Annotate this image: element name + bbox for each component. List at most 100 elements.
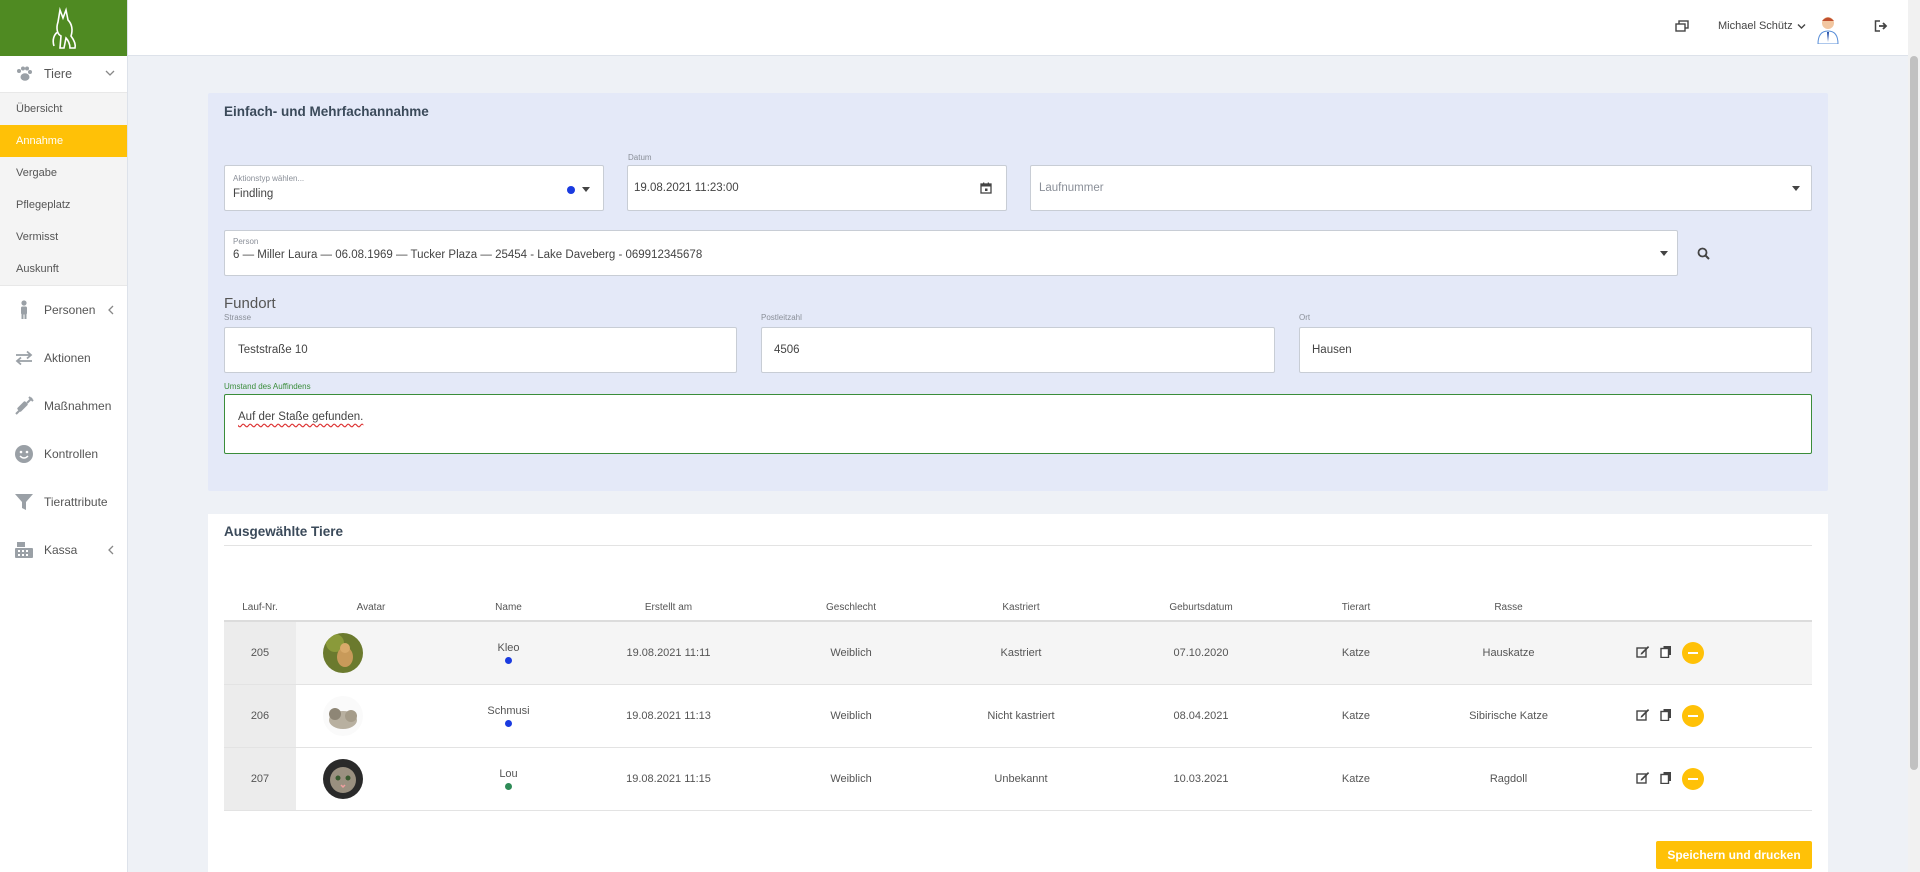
table-row: 207 Lou 19.08.2021 11:15 Weiblich Unbeka…: [224, 748, 1812, 811]
cell-rasse: Hauskatze: [1482, 647, 1535, 659]
col-lauf-nr: Lauf-Nr.: [242, 601, 278, 613]
form-title: Einfach- und Mehrfachannahme: [224, 104, 429, 119]
datum-value: 19.08.2021 11:23:00: [634, 182, 739, 194]
laufnummer-select[interactable]: Laufnummer: [1030, 165, 1812, 211]
dropdown-caret-icon: [1660, 251, 1668, 256]
fundort-title: Fundort: [224, 295, 276, 312]
cell-geburtsdatum: 10.03.2021: [1173, 773, 1229, 785]
save-and-print-button[interactable]: Speichern und drucken: [1656, 841, 1812, 869]
animal-avatar: [323, 633, 363, 673]
calendar-icon[interactable]: [980, 182, 992, 197]
animal-name: Lou: [499, 768, 518, 780]
cell-geschlecht: Weiblich: [830, 710, 872, 722]
plz-label: Postleitzahl: [761, 313, 802, 322]
cell-geburtsdatum: 08.04.2021: [1173, 710, 1229, 722]
user-avatar[interactable]: [1814, 14, 1842, 45]
person-value: 6 — Miller Laura — 06.08.1969 — Tucker P…: [233, 249, 703, 261]
sidebar-item-aktionen[interactable]: Aktionen: [0, 334, 127, 382]
table-header: Lauf-Nr. Avatar Name Erstellt am Geschle…: [224, 594, 1812, 622]
status-dot: [505, 720, 512, 727]
edit-icon[interactable]: [1636, 645, 1650, 661]
cell-avatar: [296, 633, 446, 673]
cell-lauf-nr: 206: [224, 685, 296, 747]
app-logo[interactable]: [0, 0, 127, 56]
sidebar-submenu-tiere: Übersicht Annahme Vergabe Pflegeplatz Ve…: [0, 92, 127, 286]
sidebar-item-massnahmen[interactable]: Maßnahmen: [0, 382, 127, 430]
cell-rasse: Ragdoll: [1489, 773, 1528, 785]
sidebar-item-label: Tiere: [44, 67, 73, 81]
edit-icon[interactable]: [1636, 771, 1650, 787]
logout-icon[interactable]: [1874, 20, 1888, 35]
user-menu[interactable]: Michael Schütz: [1718, 20, 1806, 32]
sidebar-subitem-vermisst[interactable]: Vermisst: [0, 221, 127, 253]
chevron-left-icon: [107, 544, 115, 558]
col-tierart: Tierart: [1341, 601, 1371, 613]
sidebar-item-tiere[interactable]: Tiere: [0, 56, 127, 92]
remove-button[interactable]: [1682, 705, 1704, 727]
table-row: 205 Kleo 19.08.2021 11:11 Weiblich Kastr…: [224, 622, 1812, 685]
cell-geschlecht: Weiblich: [830, 773, 872, 785]
copy-icon[interactable]: [1660, 645, 1672, 661]
cell-geschlecht: Weiblich: [830, 647, 872, 659]
sidebar-item-tierattribute[interactable]: Tierattribute: [0, 478, 127, 526]
strasse-label: Strasse: [224, 313, 252, 322]
person-icon: [14, 300, 34, 320]
sidebar-item-kassa[interactable]: Kassa: [0, 526, 127, 574]
chevron-down-icon: [105, 66, 115, 80]
cell-geburtsdatum: 07.10.2020: [1173, 647, 1229, 659]
animal-name: Schmusi: [487, 705, 530, 717]
table-row: 206 Schmusi 19.08.2021 11:13 Weiblich Ni…: [224, 685, 1812, 748]
umstand-value: Auf der Staße gefunden.: [238, 411, 364, 423]
ort-value: Hausen: [1312, 344, 1352, 356]
plz-input[interactable]: 4506: [761, 327, 1275, 373]
sidebar-item-label: Aktionen: [44, 351, 91, 365]
sidebar-subitem-pflegeplatz[interactable]: Pflegeplatz: [0, 189, 127, 221]
page-scrollbar[interactable]: [1908, 0, 1920, 872]
edit-icon[interactable]: [1636, 708, 1650, 724]
col-geschlecht: Geschlecht: [825, 601, 877, 613]
cell-kastriert: Kastriert: [1000, 647, 1042, 659]
dropdown-caret-icon: [582, 187, 590, 192]
remove-button[interactable]: [1682, 768, 1704, 790]
animals-title: Ausgewählte Tiere: [224, 524, 344, 539]
datum-input[interactable]: 19.08.2021 11:23:00: [627, 165, 1007, 211]
ort-input[interactable]: Hausen: [1299, 327, 1812, 373]
animal-avatar: [323, 759, 363, 799]
smiley-icon: [14, 444, 34, 464]
topbar: Michael Schütz: [128, 0, 1908, 56]
sidebar-item-label: Kassa: [44, 543, 78, 557]
sidebar-item-kontrollen[interactable]: Kontrollen: [0, 430, 127, 478]
paw-icon: [14, 65, 34, 83]
divider: [224, 545, 1812, 546]
copy-icon[interactable]: [1660, 708, 1672, 724]
filter-icon: [14, 492, 34, 512]
cash-register-icon: [14, 540, 34, 560]
cell-rasse: Sibirische Katze: [1469, 710, 1548, 722]
cell-tierart: Katze: [1341, 710, 1371, 722]
sidebar-item-personen[interactable]: Personen: [0, 286, 127, 334]
sidebar-item-label: Maßnahmen: [44, 399, 112, 413]
aktionstyp-select[interactable]: Aktionstyp wählen... Findling: [224, 165, 604, 211]
cell-erstellt: 19.08.2021 11:13: [626, 710, 711, 722]
sidebar-subitem-annahme[interactable]: Annahme: [0, 125, 127, 157]
col-geburtsdatum: Geburtsdatum: [1169, 601, 1233, 613]
arrows-icon: [14, 348, 34, 368]
search-icon[interactable]: [1697, 247, 1710, 263]
person-select[interactable]: Person 6 — Miller Laura — 06.08.1969 — T…: [224, 230, 1678, 276]
selected-animals-panel: Ausgewählte Tiere Lauf-Nr. Avatar Name E…: [208, 514, 1828, 872]
scrollbar-thumb[interactable]: [1910, 56, 1918, 770]
windows-icon[interactable]: [1675, 20, 1689, 35]
sidebar-subitem-auskunft[interactable]: Auskunft: [0, 253, 127, 285]
ort-label: Ort: [1299, 313, 1311, 322]
copy-icon[interactable]: [1660, 771, 1672, 787]
sidebar-subitem-vergabe[interactable]: Vergabe: [0, 157, 127, 189]
remove-button[interactable]: [1682, 642, 1704, 664]
cell-avatar: [296, 696, 446, 736]
cell-lauf-nr: 205: [224, 622, 296, 684]
sidebar-subitem-uebersicht[interactable]: Übersicht: [0, 93, 127, 125]
cell-name: Kleo: [446, 642, 571, 664]
umstand-textarea[interactable]: Auf der Staße gefunden.: [224, 394, 1812, 454]
cell-erstellt: 19.08.2021 11:11: [626, 647, 711, 659]
cell-name: Lou: [446, 768, 571, 790]
strasse-input[interactable]: Teststraße 10: [224, 327, 737, 373]
